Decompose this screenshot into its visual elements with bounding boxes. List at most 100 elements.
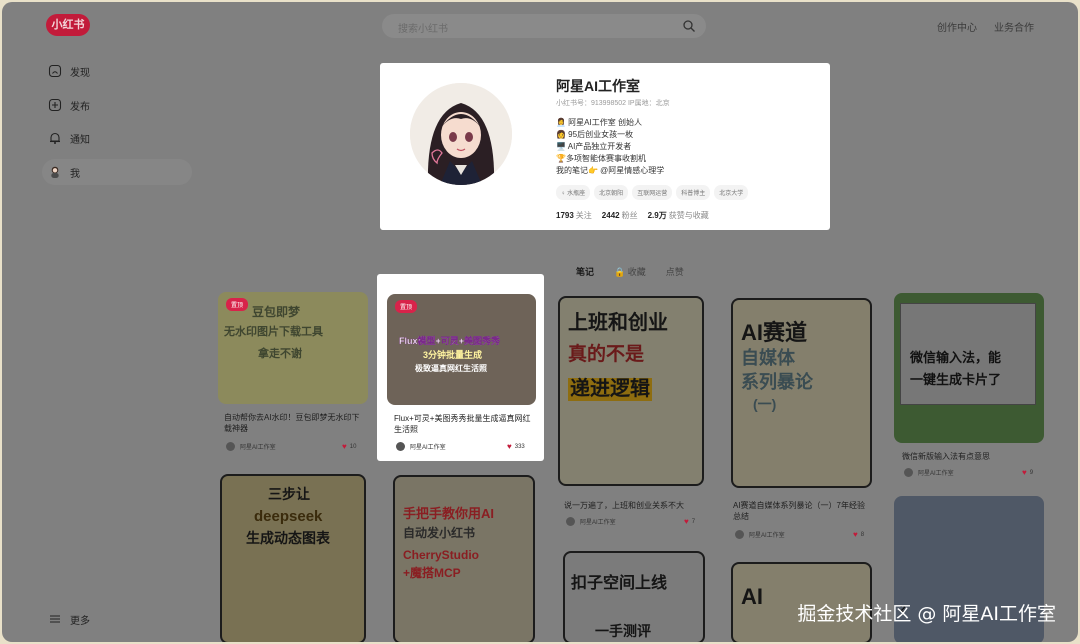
heart-icon: ♥ <box>853 530 858 539</box>
cover-text: deepseek <box>254 508 323 525</box>
business-link[interactable]: 业务合作 <box>994 19 1034 34</box>
tab-liked[interactable]: 点赞 <box>666 265 684 278</box>
sidebar-item-publish[interactable]: 发布 <box>42 92 192 118</box>
cover-text: 3分钟批量生成 <box>423 350 483 360</box>
note-cover: 上班和创业 真的不是 递进逻辑 <box>558 296 704 486</box>
tab-collections[interactable]: 🔒 收藏 <box>614 265 646 278</box>
author-avatar <box>904 468 913 477</box>
likes-collects-label: 获赞与收藏 <box>668 211 709 220</box>
search-placeholder: 搜索小红书 <box>398 24 448 35</box>
bio-line: 🖥️ AI产品独立开发者 <box>556 142 632 151</box>
note-cover: 微信输入法，能 一键生成卡片了 <box>894 293 1044 443</box>
cover-text: 极致逼真网红生活照 <box>415 364 487 373</box>
search-icon[interactable] <box>682 19 696 33</box>
profile-tag: 北京朝阳 <box>594 185 629 200</box>
likes-count: 7 <box>691 518 696 525</box>
tab-collections-label: 收藏 <box>627 267 646 277</box>
author-avatar <box>396 442 405 451</box>
avatar-icon <box>51 166 59 178</box>
likes-stat: 2.9万 获赞与收藏 <box>648 210 709 221</box>
note-card[interactable]: 扣子空间上线 一手测评 <box>563 551 705 642</box>
bio-line: 👩‍💼 阿星AI工作室 创始人 <box>556 118 642 127</box>
following-count: 1793 <box>556 211 574 220</box>
cover-text: (一) <box>753 396 777 412</box>
note-card[interactable]: 三步让 deepseek 生成动态图表 <box>220 474 366 642</box>
sidebar-item-me[interactable]: 我 <box>42 159 192 185</box>
compass-icon <box>48 64 62 78</box>
note-title: 自动帮你去AI水印！豆包即梦无水印下载神器 <box>224 413 360 433</box>
search-input[interactable]: 搜索小红书 <box>382 14 706 38</box>
note-author[interactable]: 阿星AI工作室 <box>226 442 276 451</box>
xiaohongshu-logo[interactable]: 小红书 <box>46 14 90 36</box>
cover-text: 豆包即梦 <box>252 305 301 319</box>
followers-stat[interactable]: 2442 粉丝 <box>602 210 638 221</box>
note-title: 说一万遍了，上班和创业关系不大 <box>564 501 684 510</box>
tab-notes[interactable]: 笔记 <box>576 265 594 278</box>
menu-icon <box>50 615 60 623</box>
heart-icon: ♥ <box>342 442 347 451</box>
author-name: 阿星AI工作室 <box>749 533 785 539</box>
followers-count: 2442 <box>601 211 620 220</box>
lock-icon: 🔒 <box>614 267 626 277</box>
note-likes[interactable]: ♥ 9 <box>1022 468 1033 477</box>
author-avatar <box>226 442 235 451</box>
cover-text: 自媒体 <box>741 348 795 368</box>
note-likes[interactable]: ♥ 10 <box>342 442 356 451</box>
note-cover: 扣子空间上线 一手测评 <box>563 551 705 642</box>
cover-text: +魔搭MCP <box>403 566 461 580</box>
likes-count: 8 <box>860 531 865 538</box>
bio-line: 🏆多项智能体赛事收割机 <box>556 154 646 163</box>
heart-icon: ♥ <box>507 442 512 451</box>
creator-center-link[interactable]: 创作中心 <box>937 19 977 34</box>
note-author[interactable]: 阿星AI工作室 <box>735 530 785 539</box>
note-author[interactable]: 阿星AI工作室 <box>396 442 446 451</box>
note-card[interactable]: 上班和创业 真的不是 递进逻辑 说一万遍了，上班和创业关系不大 阿星AI工作室 … <box>558 296 704 528</box>
note-card[interactable]: AI赛道 自媒体 系列暴论 (一) AI赛道自媒体系列暴论（一）7年经验总结 阿… <box>731 298 872 543</box>
cover-text: 扣子空间上线 <box>571 575 668 592</box>
sidebar-item-label: 发现 <box>70 67 90 79</box>
following-stat[interactable]: 1793 关注 <box>556 210 592 221</box>
note-cover: 置顶 Flux模型+可灵+美图秀秀 3分钟批量生成 极致逼真网红生活照 <box>387 294 536 405</box>
likes-count: 333 <box>514 443 525 450</box>
sidebar-item-discover[interactable]: 发现 <box>42 58 192 84</box>
profile-avatar[interactable] <box>410 83 512 185</box>
cover-text: 上班和创业 <box>568 312 668 334</box>
author-avatar <box>735 530 744 539</box>
note-author[interactable]: 阿星AI工作室 <box>904 468 954 477</box>
note-card-highlighted[interactable]: 置顶 Flux模型+可灵+美图秀秀 3分钟批量生成 极致逼真网红生活照 Flux… <box>377 274 544 461</box>
note-cover: 三步让 deepseek 生成动态图表 <box>220 474 366 642</box>
note-card[interactable]: 微信输入法，能 一键生成卡片了 微信新版输入法有点意思 阿星AI工作室 ♥ 9 <box>894 293 1044 483</box>
note-title: 微信新版输入法有点意思 <box>902 452 990 461</box>
cover-text: 手把手教你用AI <box>403 506 495 521</box>
cover-text: 微信输入法，能 <box>910 350 1002 365</box>
likes-collects-count: 2.9万 <box>647 211 667 220</box>
note-likes[interactable]: ♥ 7 <box>684 517 695 526</box>
likes-count: 9 <box>1029 469 1034 476</box>
note-likes[interactable]: ♥ 333 <box>507 442 525 451</box>
sidebar-more[interactable]: 更多 <box>42 606 192 632</box>
note-card[interactable]: 手把手教你用AI 自动发小红书 CherryStudio +魔搭MCP <box>393 475 535 642</box>
note-likes[interactable]: ♥ 8 <box>853 530 864 539</box>
sidebar-item-notifications[interactable]: 通知 <box>42 125 192 151</box>
profile-tag: 科普博主 <box>676 185 711 200</box>
cover-text: 一手测评 <box>595 623 651 639</box>
note-author[interactable]: 阿星AI工作室 <box>566 517 616 526</box>
profile-stats: 1793 关注 2442 粉丝 2.9万 获赞与收藏 <box>556 210 709 221</box>
cover-text: 自动发小红书 <box>403 526 476 540</box>
profile-tag: ♀ 水瓶座 <box>556 185 591 200</box>
author-name: 阿星AI工作室 <box>240 445 276 451</box>
cover-text: 生成动态图表 <box>246 530 330 546</box>
cover-text: 递进逻辑 <box>568 378 652 401</box>
sidebar-item-label: 通知 <box>70 134 90 146</box>
bio-line: 👩 95后创业女孩一枚 <box>556 130 634 139</box>
profile-bio: 👩‍💼 阿星AI工作室 创始人 👩 95后创业女孩一枚 🖥️ AI产品独立开发者… <box>556 117 664 177</box>
profile-card: 阿星AI工作室 小红书号：913998502 IP属地：北京 👩‍💼 阿星AI工… <box>380 63 830 230</box>
profile-tag: 互联网运营 <box>632 185 673 200</box>
profile-name: 阿星AI工作室 <box>556 78 640 94</box>
cover-text: AI赛道 <box>741 320 808 345</box>
cover-text: AI <box>741 584 763 609</box>
note-title: AI赛道自媒体系列暴论（一）7年经验总结 <box>733 501 866 521</box>
note-card[interactable]: 置顶 豆包即梦 无水印图片下载工具 拿走不谢 自动帮你去AI水印！豆包即梦无水印… <box>218 292 368 458</box>
followers-label: 粉丝 <box>621 211 638 220</box>
author-name: 阿星AI工作室 <box>918 471 954 477</box>
